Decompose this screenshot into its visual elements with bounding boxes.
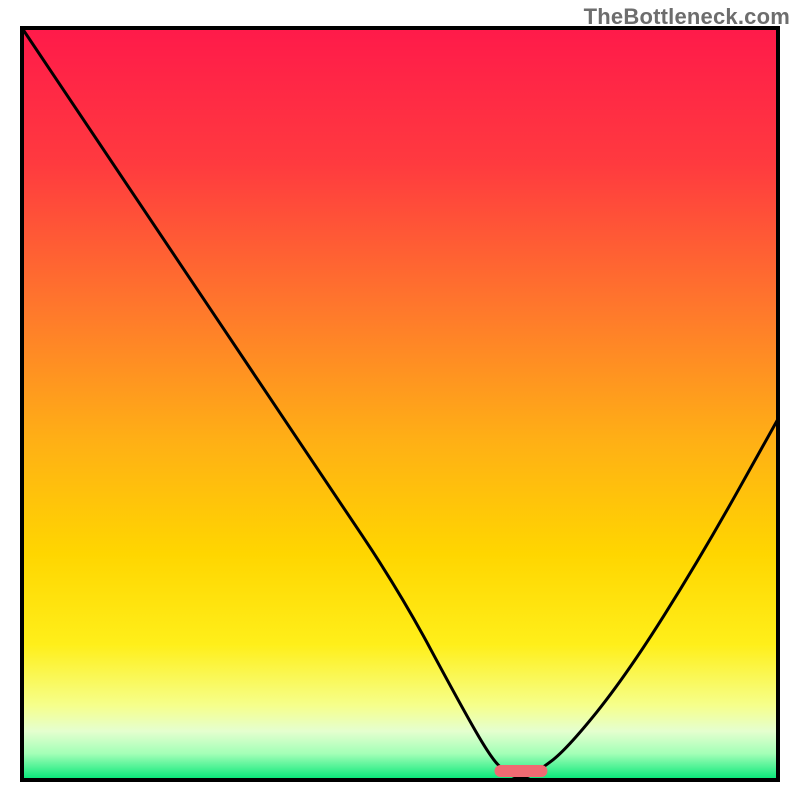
attribution-text: TheBottleneck.com: [584, 4, 790, 30]
chart-canvas: [0, 0, 800, 800]
bottleneck-chart: TheBottleneck.com: [0, 0, 800, 800]
optimal-marker: [495, 765, 548, 777]
plot-background: [22, 28, 778, 780]
